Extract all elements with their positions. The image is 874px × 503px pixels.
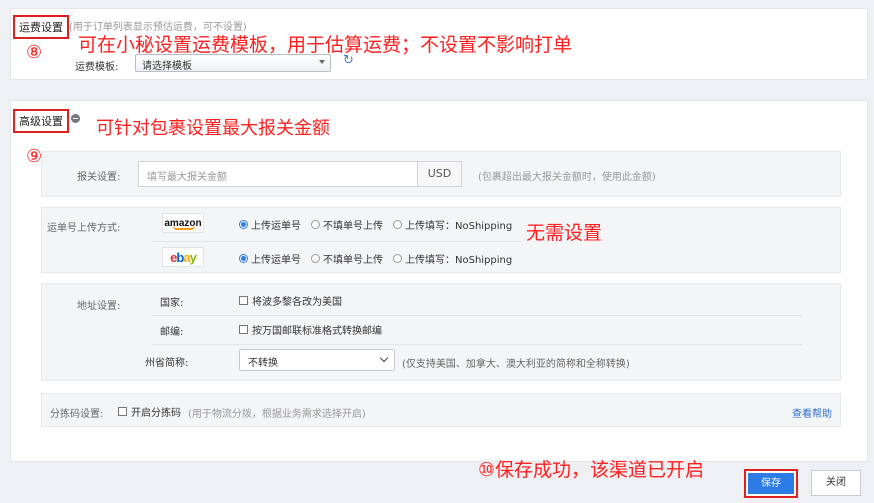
tracking-upload-box: 运单号上传方式: amazon 上传运单号 不填单号上传 上传填写：NoShip…: [41, 207, 841, 273]
zip-checkbox[interactable]: 按万国邮联标准格式转换邮编: [239, 322, 382, 337]
freight-template-value: 请选择模板: [142, 61, 192, 72]
address-settings-box: 地址设置: 国家: 将波多黎各改为美国 邮编: 按万国邮联标准格式转换邮编 州省…: [41, 283, 841, 381]
annotation-9-text: 可针对包裹设置最大报关金额: [96, 118, 330, 139]
customs-amount-input[interactable]: 填写最大报关金额: [138, 161, 418, 187]
ebay-logo: ebay: [162, 247, 204, 267]
country-checkbox[interactable]: 将波多黎各改为美国: [239, 293, 342, 308]
radio-selected-icon: [239, 220, 248, 229]
radio-icon: [311, 220, 320, 229]
ebay-option-upload-tracking[interactable]: 上传运单号: [239, 251, 301, 266]
freight-settings-note: (用于订单列表显示预估运费，可不设置): [69, 22, 247, 33]
amazon-upload-options: 上传运单号 不填单号上传 上传填写：NoShipping: [239, 217, 522, 232]
ebay-option-no-tracking[interactable]: 不填单号上传: [311, 251, 383, 266]
country-label: 国家:: [160, 298, 184, 309]
save-button[interactable]: 保存: [748, 473, 794, 494]
state-abbrev-label: 州省简称:: [145, 358, 189, 369]
state-abbrev-select[interactable]: 不转换: [239, 349, 395, 371]
sorting-code-checkbox[interactable]: 开启分拣码: [118, 404, 181, 419]
annotation-no-setting: 无需设置: [526, 222, 603, 244]
sorting-code-label: 分拣码设置:: [50, 409, 104, 420]
annotation-8-number: ⑧: [26, 42, 43, 63]
view-help-link[interactable]: 查看帮助: [792, 405, 832, 420]
chevron-down-icon: [379, 353, 389, 363]
advanced-settings-panel: 高级设置 报关设置: 填写最大报关金额 USD (包裹超出最大报关金额时，使用此…: [10, 100, 868, 462]
customs-settings-box: 报关设置: 填写最大报关金额 USD (包裹超出最大报关金额时，使用此金额): [41, 151, 841, 197]
caret-down-icon: [319, 60, 325, 64]
checkbox-icon: [118, 407, 127, 416]
checkbox-icon: [239, 325, 248, 334]
checkbox-icon: [239, 296, 248, 305]
customs-note: (包裹超出最大报关金额时，使用此金额): [478, 172, 656, 183]
customs-label: 报关设置:: [77, 172, 121, 183]
amazon-option-no-tracking[interactable]: 不填单号上传: [311, 217, 383, 232]
state-abbrev-value: 不转换: [248, 358, 278, 369]
freight-settings-title: 运费设置: [13, 15, 69, 39]
freight-template-select[interactable]: 请选择模板: [135, 54, 331, 72]
tracking-upload-label: 运单号上传方式:: [47, 223, 121, 234]
collapse-icon[interactable]: [71, 114, 80, 123]
save-button-highlight: 保存: [744, 469, 798, 498]
freight-template-label: 运费模板:: [75, 62, 119, 73]
radio-icon: [393, 254, 402, 263]
close-button[interactable]: 关闭: [811, 470, 861, 496]
radio-icon: [393, 220, 402, 229]
advanced-settings-title: 高级设置: [13, 109, 69, 133]
amazon-logo: amazon: [162, 213, 204, 233]
radio-selected-icon: [239, 254, 248, 263]
ebay-upload-options: 上传运单号 不填单号上传 上传填写：NoShipping: [239, 251, 522, 266]
sorting-code-box: 分拣码设置: 开启分拣码 (用于物流分拨，根据业务需求选择开启) 查看帮助: [41, 393, 841, 427]
amazon-option-noshipping[interactable]: 上传填写：NoShipping: [393, 217, 512, 232]
customs-unit-addon: USD: [418, 161, 462, 187]
zip-label: 邮编:: [160, 327, 184, 338]
divider: [152, 315, 802, 316]
sorting-code-note: (用于物流分拨，根据业务需求选择开启): [188, 409, 366, 420]
amazon-option-upload-tracking[interactable]: 上传运单号: [239, 217, 301, 232]
annotation-9-number: ⑨: [26, 146, 43, 167]
address-label: 地址设置:: [77, 301, 121, 312]
ebay-wordmark: ebay: [170, 249, 197, 265]
state-abbrev-note: (仅支持美国、加拿大、澳大利亚的简称和全称转换): [402, 359, 630, 370]
annotation-10-text: ⑩保存成功，该渠道已开启: [478, 459, 705, 481]
annotation-8-text: 可在小秘设置运费模板，用于估算运费；不设置不影响打单: [78, 34, 573, 56]
radio-icon: [311, 254, 320, 263]
divider: [152, 344, 802, 345]
divider: [152, 241, 522, 242]
ebay-option-noshipping[interactable]: 上传填写：NoShipping: [393, 251, 512, 266]
